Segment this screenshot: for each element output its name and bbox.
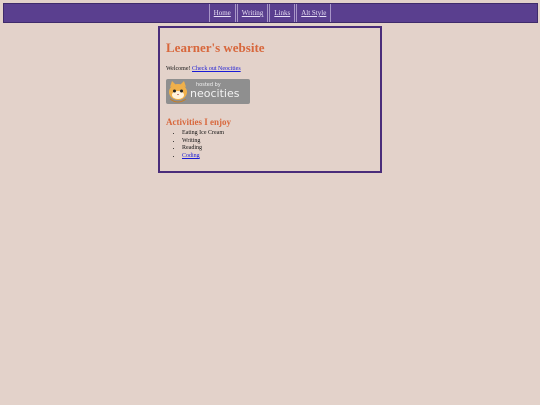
activity-label: Eating Ice Cream — [182, 130, 224, 136]
nav-item-writing: Writing — [236, 4, 269, 22]
neocities-cat-icon — [166, 79, 190, 104]
nav-link-links[interactable]: Links — [274, 9, 290, 17]
activity-link-coding[interactable]: Coding — [182, 153, 200, 159]
activity-label: Reading — [182, 145, 202, 152]
list-item: Eating Ice Cream — [182, 130, 374, 138]
activity-label: Writing — [182, 137, 201, 144]
navbar: Home Writing Links Alt Style — [3, 3, 538, 23]
nav-link-alt-style[interactable]: Alt Style — [301, 9, 326, 17]
nav-list: Home Writing Links Alt Style — [208, 4, 333, 22]
nav-item-links: Links — [269, 4, 296, 22]
nav-item-alt-style: Alt Style — [296, 4, 332, 22]
welcome-text: Welcome! — [166, 66, 191, 72]
badge-neocities-text: neocities — [190, 87, 240, 100]
content-inner: Learner's website Welcome! Check out Neo… — [160, 28, 380, 161]
main-content-box: Learner's website Welcome! Check out Neo… — [158, 26, 382, 173]
activities-list: Eating Ice Cream Writing Reading Coding — [166, 130, 374, 161]
list-item: Writing — [182, 138, 374, 146]
activities-heading: Activities I enjoy — [166, 117, 231, 127]
nav-item-home: Home — [208, 4, 236, 22]
hosted-by-neocities-badge[interactable]: hosted by neocities — [166, 79, 250, 104]
list-item: Reading — [182, 145, 374, 153]
welcome-line: Welcome! Check out Neocities — [166, 65, 374, 73]
neocities-link[interactable]: Check out Neocities — [192, 66, 241, 72]
nav-link-writing[interactable]: Writing — [242, 9, 264, 17]
list-item: Coding — [182, 153, 374, 161]
nav-link-home[interactable]: Home — [214, 9, 231, 17]
page-title: Learner's website — [166, 40, 265, 55]
